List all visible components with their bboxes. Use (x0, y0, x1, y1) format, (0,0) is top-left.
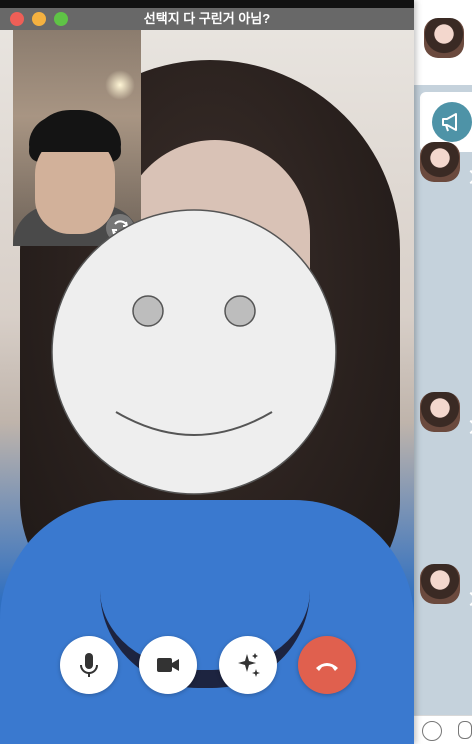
phone-hangup-icon (316, 663, 338, 671)
megaphone-icon (432, 102, 472, 142)
chat-input-bar[interactable] (412, 715, 472, 744)
paperclip-icon[interactable] (458, 721, 472, 739)
smiley-face-overlay (51, 209, 337, 495)
video-toggle-button[interactable] (139, 636, 197, 694)
message-avatar[interactable] (420, 142, 460, 182)
chat-header (412, 0, 472, 85)
video-call-window: 선택지 다 구린거 아님? (0, 0, 414, 744)
smile-icon[interactable] (422, 721, 442, 741)
chat-header-avatar[interactable] (424, 18, 464, 58)
microphone-icon (80, 653, 98, 677)
end-call-button[interactable] (298, 636, 356, 694)
mute-button[interactable] (60, 636, 118, 694)
video-camera-icon (157, 658, 179, 672)
message-avatar[interactable] (420, 564, 460, 604)
sparkles-icon (238, 653, 260, 677)
effects-button[interactable] (219, 636, 277, 694)
message-avatar[interactable] (420, 392, 460, 432)
